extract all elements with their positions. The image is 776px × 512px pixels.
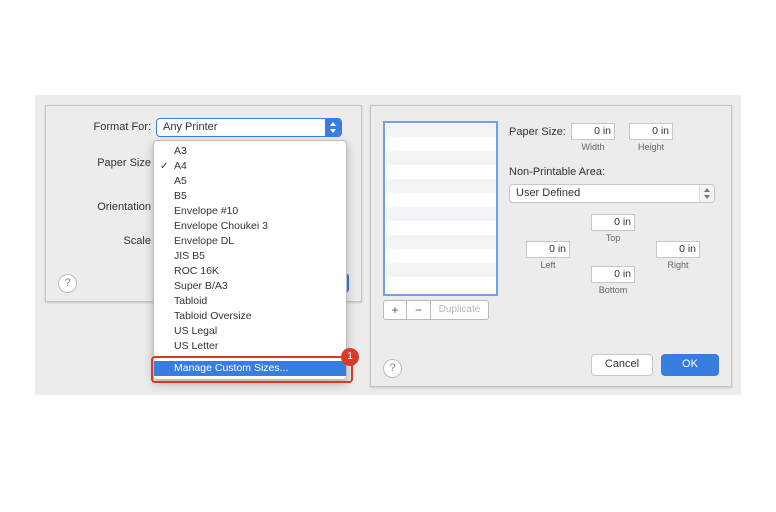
menu-item[interactable]: Tabloid Oversize xyxy=(154,309,346,324)
scale-label: Scale xyxy=(51,235,151,247)
npa-select-value: User Defined xyxy=(516,187,580,199)
menu-item[interactable]: Super B/A3 xyxy=(154,279,346,294)
menu-item[interactable]: US Legal xyxy=(154,324,346,339)
menu-item[interactable]: Envelope DL xyxy=(154,234,346,249)
menu-item[interactable]: US Letter xyxy=(154,339,346,354)
menu-item[interactable]: ROC 16K xyxy=(154,264,346,279)
menu-item-manage-custom-sizes[interactable]: Manage Custom Sizes... xyxy=(154,361,346,376)
left-field[interactable]: 0 in xyxy=(526,241,570,258)
custom-sizes-dialog: + − Duplicate Paper Size: 0 in Width 0 i… xyxy=(370,105,732,387)
right-sublabel: Right xyxy=(656,260,700,270)
paper-size-menu[interactable]: A3A4A5B5Envelope #10Envelope Choukei 3En… xyxy=(153,140,347,380)
help-button[interactable]: ? xyxy=(383,359,402,378)
updown-icon xyxy=(699,185,714,202)
menu-separator xyxy=(154,357,346,358)
updown-icon xyxy=(325,119,341,136)
menu-item[interactable]: JIS B5 xyxy=(154,249,346,264)
format-for-label: Format For: xyxy=(51,121,151,133)
remove-button[interactable]: − xyxy=(407,300,431,320)
left-sublabel: Left xyxy=(526,260,570,270)
npa-label: Non-Printable Area: xyxy=(509,166,605,178)
menu-item[interactable]: A3 xyxy=(154,144,346,159)
bottom-field[interactable]: 0 in xyxy=(591,266,635,283)
cancel-button[interactable]: Cancel xyxy=(591,354,653,376)
npa-select[interactable]: User Defined xyxy=(509,184,715,203)
menu-item[interactable]: A5 xyxy=(154,174,346,189)
width-field[interactable]: 0 in xyxy=(571,123,615,140)
top-field[interactable]: 0 in xyxy=(591,214,635,231)
menu-item[interactable]: Envelope #10 xyxy=(154,204,346,219)
sizes-listbox[interactable] xyxy=(383,121,498,296)
bottom-sublabel: Bottom xyxy=(591,285,635,295)
annotation-badge: 1 xyxy=(341,348,359,366)
format-for-select[interactable]: Any Printer xyxy=(156,118,342,137)
height-field[interactable]: 0 in xyxy=(629,123,673,140)
menu-items: A3A4A5B5Envelope #10Envelope Choukei 3En… xyxy=(154,144,346,354)
top-sublabel: Top xyxy=(591,233,635,243)
help-button[interactable]: ? xyxy=(58,274,77,293)
duplicate-button[interactable]: Duplicate xyxy=(431,300,489,320)
add-button[interactable]: + xyxy=(383,300,407,320)
menu-item[interactable]: Tabloid xyxy=(154,294,346,309)
height-sublabel: Height xyxy=(629,142,673,152)
orientation-label: Orientation xyxy=(51,201,151,213)
menu-item[interactable]: Envelope Choukei 3 xyxy=(154,219,346,234)
right-field[interactable]: 0 in xyxy=(656,241,700,258)
format-for-value: Any Printer xyxy=(163,121,217,133)
paper-size-label: Paper Size xyxy=(51,157,151,169)
width-sublabel: Width xyxy=(571,142,615,152)
paper-size-label: Paper Size: xyxy=(509,126,566,138)
ok-button[interactable]: OK xyxy=(661,354,719,376)
menu-item[interactable]: B5 xyxy=(154,189,346,204)
menu-item[interactable]: A4 xyxy=(154,159,346,174)
